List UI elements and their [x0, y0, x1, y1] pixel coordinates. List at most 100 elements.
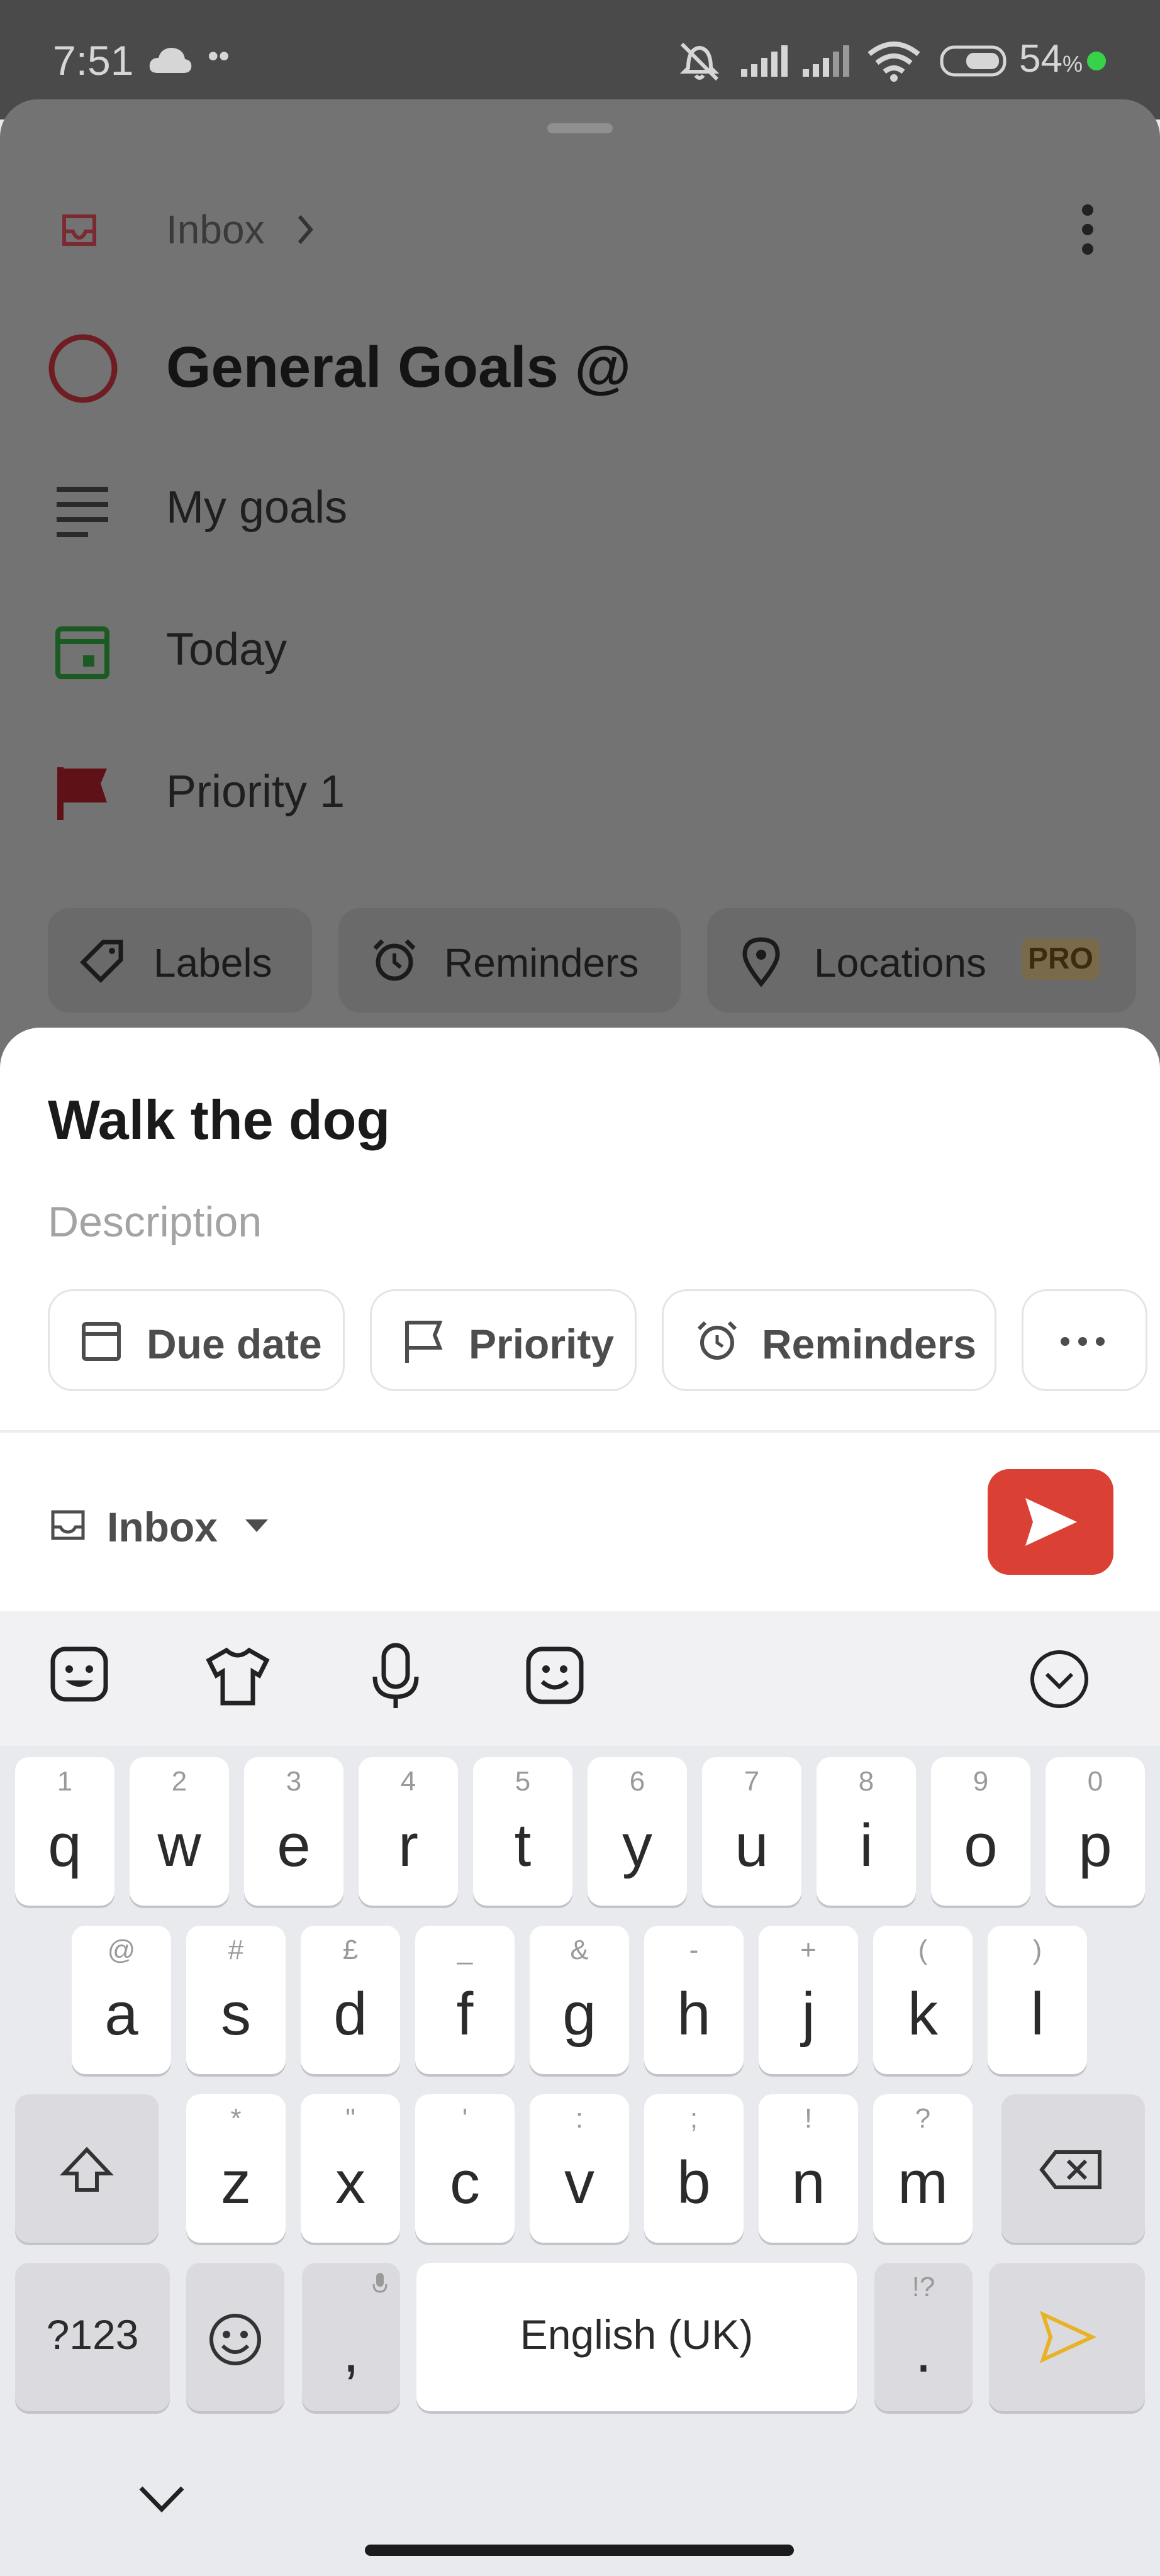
- locations-chip-label: Locations: [814, 940, 986, 985]
- key-char: k: [908, 1980, 938, 2048]
- reminders-chip-dim[interactable]: Reminders: [338, 908, 681, 1013]
- key-hint: 1: [57, 1766, 73, 1797]
- chevron-right-icon: [298, 215, 313, 244]
- key-char: u: [735, 1812, 769, 1879]
- dropdown-arrow-icon[interactable]: [245, 1519, 268, 1533]
- key-hint: ): [1032, 1935, 1042, 1965]
- alarm-icon: [373, 939, 416, 981]
- key-t[interactable]: 5t: [473, 1757, 572, 1906]
- sticker-icon[interactable]: [50, 1646, 108, 1707]
- task-checkbox-icon[interactable]: [48, 333, 118, 404]
- task-date[interactable]: Today: [166, 624, 287, 675]
- more-vert-icon[interactable]: [1077, 201, 1098, 258]
- key-w[interactable]: 2w: [130, 1757, 229, 1906]
- key-j[interactable]: + j: [759, 1926, 858, 2074]
- key-g[interactable]: & g: [530, 1926, 629, 2074]
- key-i[interactable]: 8i: [817, 1757, 916, 1906]
- key-l[interactable]: ) l: [988, 1926, 1087, 2074]
- key-o[interactable]: 9o: [931, 1757, 1030, 1906]
- labels-chip[interactable]: Labels: [48, 908, 312, 1013]
- key-r[interactable]: 4r: [359, 1757, 458, 1906]
- key-hint: *: [230, 2103, 242, 2134]
- reminders-chip[interactable]: Reminders: [662, 1289, 996, 1391]
- comma-key[interactable]: ,: [302, 2263, 400, 2411]
- key-hint: :: [575, 2103, 584, 2134]
- key-hint: 2: [171, 1766, 187, 1797]
- cloud-icon: [149, 48, 192, 73]
- emoji-face-icon[interactable]: [526, 1646, 584, 1707]
- key-x[interactable]: " x: [301, 2094, 400, 2243]
- key-char: v: [564, 2149, 594, 2216]
- task-priority[interactable]: Priority 1: [166, 766, 345, 818]
- task-title[interactable]: General Goals @: [166, 335, 631, 401]
- backspace-icon: [1039, 2150, 1101, 2189]
- send-icon: [1025, 1498, 1077, 1546]
- key-a[interactable]: @ a: [72, 1926, 171, 2074]
- description-icon: [57, 487, 108, 537]
- key-b[interactable]: ; b: [644, 2094, 744, 2243]
- status-time: 7:51: [53, 37, 134, 84]
- key-hint: #: [228, 1935, 244, 1965]
- key-k[interactable]: (k: [873, 1926, 973, 2074]
- drag-handle[interactable]: [547, 123, 613, 133]
- battery-percent: 54%: [1019, 37, 1083, 80]
- key-char: b: [677, 2149, 711, 2216]
- task-description[interactable]: My goals: [166, 482, 347, 533]
- key-u[interactable]: 7u: [702, 1757, 801, 1906]
- enter-key[interactable]: [989, 2263, 1145, 2411]
- key-m[interactable]: ? m: [873, 2094, 973, 2243]
- space-key[interactable]: English (UK): [416, 2263, 857, 2411]
- key-n[interactable]: ! n: [759, 2094, 858, 2243]
- microphone-icon[interactable]: [371, 1643, 420, 1711]
- key-v[interactable]: :v: [530, 2094, 629, 2243]
- task-name-input[interactable]: Walk the dog: [48, 1088, 390, 1152]
- key-hint: 4: [400, 1766, 416, 1797]
- key-e[interactable]: 3e: [244, 1757, 343, 1906]
- backspace-key[interactable]: [1001, 2094, 1145, 2243]
- key-z[interactable]: * z: [186, 2094, 286, 2243]
- divider: [0, 1430, 1160, 1433]
- home-indicator[interactable]: [365, 2545, 794, 2556]
- key-hint: 5: [515, 1766, 531, 1797]
- key-s[interactable]: # s: [186, 1926, 286, 2074]
- key-h[interactable]: -h: [644, 1926, 744, 2074]
- description-input[interactable]: Description: [48, 1197, 262, 1246]
- key-char: g: [562, 1980, 596, 2048]
- key-char: z: [221, 2149, 251, 2216]
- priority-chip[interactable]: Priority: [370, 1289, 637, 1391]
- signal-2-icon: [803, 45, 849, 77]
- key-q[interactable]: 1q: [15, 1757, 114, 1906]
- more-notifications-icon: ••: [208, 38, 230, 74]
- key-char: c: [450, 2149, 480, 2216]
- breadcrumb-project[interactable]: Inbox: [166, 206, 265, 253]
- key-y[interactable]: 6y: [588, 1757, 687, 1906]
- more-options-chip[interactable]: [1022, 1289, 1147, 1391]
- key-hint: @: [107, 1935, 136, 1965]
- key-char: s: [221, 1980, 251, 2048]
- symbols-key[interactable]: ?123: [15, 2263, 170, 2411]
- send-button[interactable]: [988, 1469, 1113, 1575]
- collapse-keyboard-icon[interactable]: [1029, 1649, 1090, 1709]
- key-c[interactable]: ' c: [415, 2094, 515, 2243]
- key-d[interactable]: £ d: [301, 1926, 400, 2074]
- flag-outline-icon: [405, 1321, 443, 1363]
- key-hint: ?: [915, 2103, 931, 2134]
- period-key[interactable]: !? .: [874, 2263, 973, 2411]
- more-horiz-icon: [1061, 1337, 1105, 1346]
- emoji-key[interactable]: [186, 2263, 284, 2411]
- theme-shirt-icon[interactable]: [205, 1646, 270, 1707]
- labels-chip-label: Labels: [153, 940, 272, 985]
- hide-keyboard-icon[interactable]: [137, 2484, 186, 2514]
- due-date-chip[interactable]: Due date: [48, 1289, 345, 1391]
- charging-dot: [1087, 52, 1106, 70]
- key-char: a: [104, 1980, 138, 2048]
- key-f[interactable]: _ f: [415, 1926, 515, 2074]
- shift-key[interactable]: [15, 2094, 159, 2243]
- wifi-icon: [867, 42, 920, 82]
- key-p[interactable]: 0p: [1046, 1757, 1145, 1906]
- locations-chip[interactable]: Locations PRO: [707, 908, 1136, 1013]
- key-hint: 0: [1087, 1766, 1103, 1797]
- project-selector[interactable]: Inbox: [107, 1503, 218, 1551]
- shift-arrow-icon: [60, 2146, 114, 2192]
- alarm-clock-icon: [697, 1321, 737, 1360]
